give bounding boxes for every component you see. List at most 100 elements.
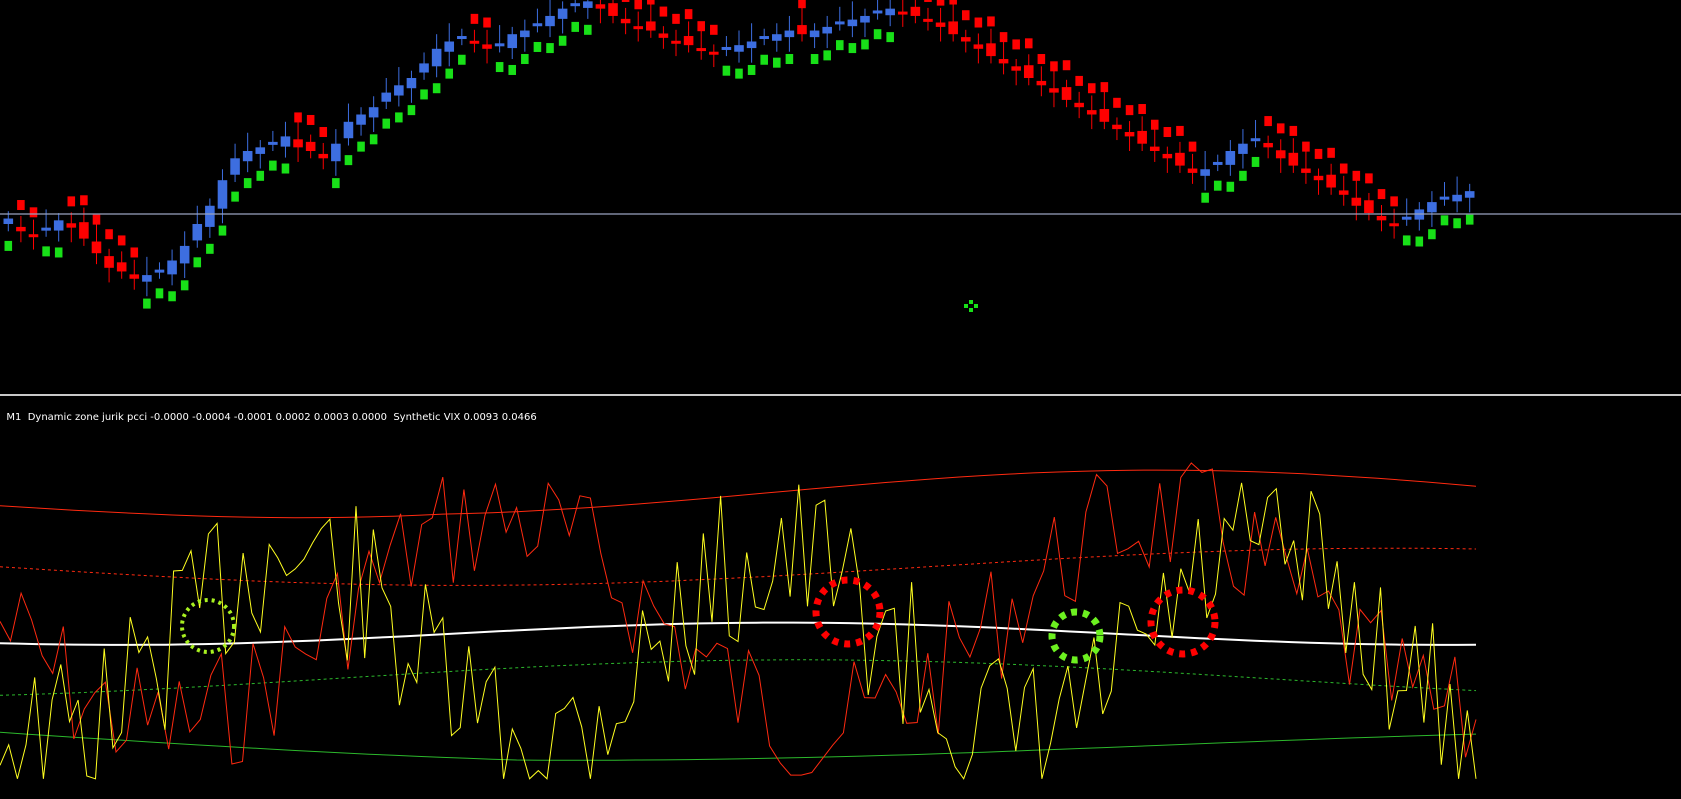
candle-body (331, 143, 341, 162)
trailing-stop-dot (798, 0, 806, 9)
candle-body (986, 43, 996, 57)
candle-body (482, 44, 492, 49)
trailing-stop-dot (621, 0, 630, 2)
candle-body (759, 36, 769, 40)
candle-body (28, 234, 39, 238)
trailing-stop-dot (987, 16, 995, 27)
candle-body (179, 245, 190, 264)
candle-body (633, 26, 644, 30)
candle-body (1313, 175, 1324, 181)
candle-body (129, 274, 140, 279)
signal-dot (964, 304, 968, 308)
trailing-stop-dot (1075, 75, 1083, 86)
trailing-stop-dot (4, 240, 13, 251)
candle-body (746, 41, 757, 49)
trailing-stop-dot (697, 21, 705, 32)
trailing-stop-dot (1415, 236, 1424, 247)
trailing-stop-dot (445, 68, 454, 79)
candle-body (431, 48, 442, 67)
candle-body (79, 222, 89, 239)
trailing-stop-dot (974, 17, 983, 28)
candle-body (167, 260, 177, 275)
candle-body (1326, 174, 1336, 188)
candle-body (255, 147, 266, 154)
zone-upper-dashed (0, 547, 1477, 586)
trailing-stop-dot (218, 225, 227, 236)
annotation-dotted-circle (812, 576, 884, 648)
trailing-stop-dot (470, 13, 479, 24)
candle-body (1074, 102, 1084, 108)
candle-body (973, 44, 984, 49)
trailing-stop-dot (1024, 38, 1033, 49)
candle-body (709, 51, 719, 55)
candle-body (1137, 130, 1147, 144)
trailing-stop-dot (1125, 105, 1134, 116)
candle-body (1263, 142, 1273, 148)
candle-body (381, 92, 392, 102)
pane-separator[interactable] (0, 394, 1681, 396)
trailing-stop-dot (823, 50, 831, 61)
trailing-stop-dot (1339, 163, 1348, 174)
trailing-stop-dot (80, 195, 88, 206)
trailing-stop-dot (155, 288, 164, 299)
candle-body (960, 37, 971, 42)
signal-dot (974, 304, 978, 308)
candle-body (1049, 88, 1059, 93)
trailing-stop-dot (735, 68, 743, 79)
candle-body (772, 34, 782, 41)
candle-body (1162, 153, 1173, 159)
trailing-stop-dot (861, 39, 869, 50)
trailing-stop-dot (1087, 83, 1096, 94)
candle-body (557, 8, 568, 19)
trailing-stop-dot (1226, 181, 1235, 192)
trailing-stop-dot (357, 141, 365, 152)
candle-body (394, 85, 404, 96)
trailing-stop-dot (760, 54, 768, 65)
candle-body (53, 220, 64, 231)
candle-body (217, 180, 228, 209)
candle-body (646, 21, 656, 31)
trailing-stop-dot (332, 178, 340, 189)
candle-body (1288, 152, 1299, 166)
trailing-stop-dot (483, 17, 491, 28)
trailing-stop-dot (42, 246, 50, 257)
trailing-stop-dot (1289, 125, 1298, 136)
trailing-stop-dot (533, 41, 542, 52)
trailing-stop-dot (382, 118, 391, 129)
candle-body (910, 6, 921, 16)
indicator-values-label: Dynamic zone jurik pcci -0.0000 -0.0004 … (27, 412, 537, 423)
trailing-stop-dot (1465, 214, 1474, 225)
candle-body (671, 40, 681, 44)
candle-body (1338, 190, 1349, 195)
trailing-stop-dot (1062, 60, 1071, 71)
candle-body (1464, 191, 1475, 198)
candle-body (343, 121, 354, 139)
candle-body (1250, 138, 1261, 142)
trailing-stop-dot (1050, 61, 1058, 72)
candle-body (1427, 202, 1437, 213)
candle-body (1275, 150, 1286, 159)
candle-body (1061, 87, 1072, 100)
trailing-stop-dot (1390, 196, 1398, 207)
trailing-stop-dot (1138, 104, 1146, 115)
trailing-stop-dot (344, 155, 353, 166)
trailing-stop-dot (1100, 82, 1109, 93)
candle-body (66, 223, 77, 228)
candle-body (923, 18, 933, 22)
candle-body (797, 25, 807, 35)
candle-body (1036, 80, 1047, 86)
trailing-stop-dot (936, 0, 945, 6)
trailing-stop-dot (521, 54, 529, 65)
trailing-stop-dot (29, 207, 38, 218)
candle-body (872, 10, 883, 14)
candle-body (3, 218, 14, 224)
candle-body (885, 8, 895, 16)
trailing-stop-dot (420, 89, 428, 100)
trailing-stop-dot (886, 32, 894, 43)
indicator-pane[interactable] (0, 462, 1477, 780)
candle-body (1023, 65, 1034, 78)
candle-body (520, 30, 530, 38)
zone-upper-line (0, 469, 1477, 519)
price-pane[interactable] (3, 0, 1475, 312)
synthetic-vix-line (0, 482, 1477, 780)
